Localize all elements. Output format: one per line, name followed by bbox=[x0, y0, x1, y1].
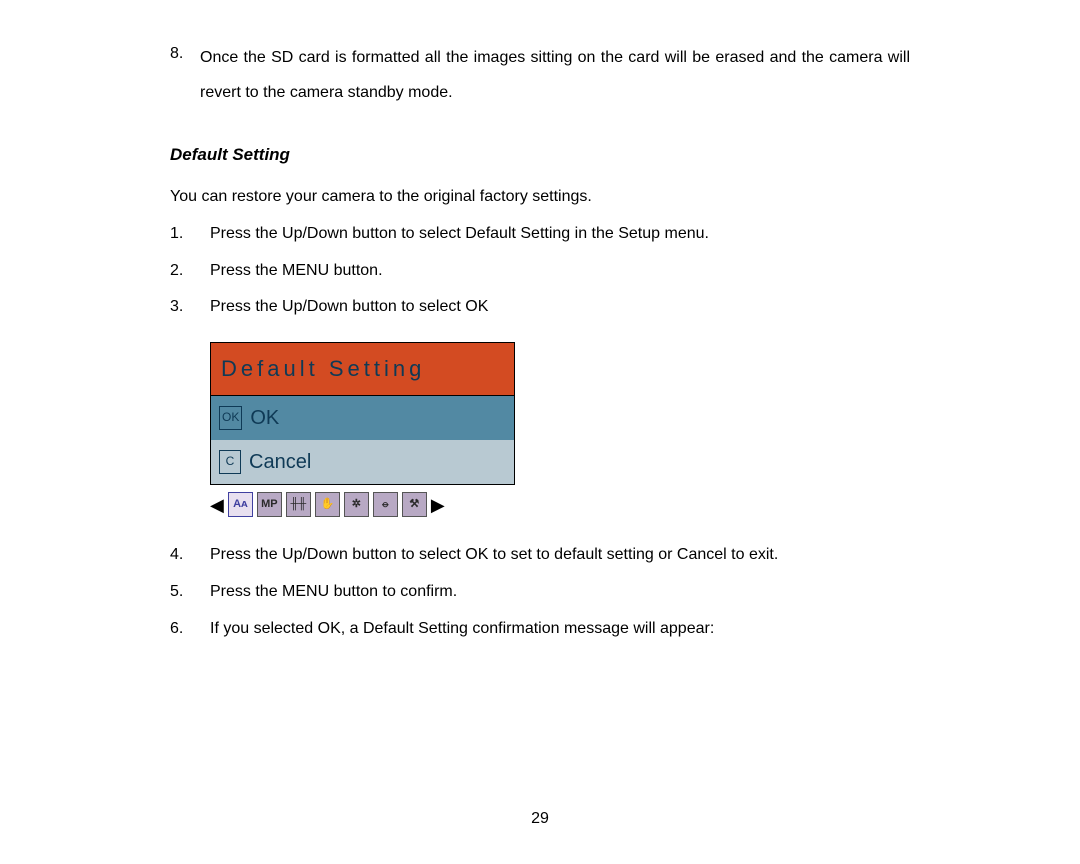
list-item-8: 8. Once the SD card is formatted all the… bbox=[170, 40, 910, 110]
item-text: Once the SD card is formatted all the im… bbox=[200, 40, 910, 110]
face-icon: ✲ bbox=[344, 492, 369, 517]
step-2: 2. Press the MENU button. bbox=[170, 257, 910, 286]
frequency-icon: ╫╫ bbox=[286, 492, 311, 517]
step-text: Press the MENU button to confirm. bbox=[210, 578, 457, 607]
hand-icon: ✋ bbox=[315, 492, 340, 517]
ok-icon: OK bbox=[219, 406, 242, 430]
item-number: 8. bbox=[170, 40, 200, 110]
steps-list-before: 1. Press the Up/Down button to select De… bbox=[170, 220, 910, 322]
arrow-left-icon: ◀ bbox=[210, 489, 224, 521]
option-cancel-row: C Cancel bbox=[211, 440, 514, 484]
section-heading: Default Setting bbox=[170, 140, 910, 171]
wrench-icon: ⚒ bbox=[402, 492, 427, 517]
step-text: Press the Up/Down button to select Defau… bbox=[210, 220, 709, 249]
step-3: 3. Press the Up/Down button to select OK bbox=[170, 293, 910, 322]
step-number: 5. bbox=[170, 578, 210, 607]
mp-icon: MP bbox=[257, 492, 282, 517]
step-number: 1. bbox=[170, 220, 210, 249]
step-number: 2. bbox=[170, 257, 210, 286]
step-4: 4. Press the Up/Down button to select OK… bbox=[170, 541, 910, 570]
steps-list-after: 4. Press the Up/Down button to select OK… bbox=[170, 541, 910, 643]
step-5: 5. Press the MENU button to confirm. bbox=[170, 578, 910, 607]
camera-screen-illustration: Default Setting OK OK C Cancel ◀ Aᴀ MP ╫… bbox=[210, 342, 515, 521]
cancel-label: Cancel bbox=[249, 444, 311, 480]
camera-screen-panel: Default Setting OK OK C Cancel bbox=[210, 342, 515, 485]
step-number: 6. bbox=[170, 615, 210, 644]
arrow-right-icon: ▶ bbox=[431, 489, 445, 521]
ok-label: OK bbox=[250, 400, 279, 436]
screen-title: Default Setting bbox=[211, 343, 514, 396]
cancel-icon: C bbox=[219, 450, 241, 474]
page-number: 29 bbox=[0, 805, 1080, 834]
step-number: 4. bbox=[170, 541, 210, 570]
step-text: Press the Up/Down button to select OK to… bbox=[210, 541, 778, 570]
step-text: Press the MENU button. bbox=[210, 257, 383, 286]
icon-strip: ◀ Aᴀ MP ╫╫ ✋ ✲ ⦵ ⚒ ▶ bbox=[210, 489, 515, 521]
section-intro: You can restore your camera to the origi… bbox=[170, 183, 910, 212]
step-text: Press the Up/Down button to select OK bbox=[210, 293, 488, 322]
auto-icon: Aᴀ bbox=[228, 492, 253, 517]
step-6: 6. If you selected OK, a Default Setting… bbox=[170, 615, 910, 644]
step-1: 1. Press the Up/Down button to select De… bbox=[170, 220, 910, 249]
timer-icon: ⦵ bbox=[373, 492, 398, 517]
step-text: If you selected OK, a Default Setting co… bbox=[210, 615, 714, 644]
option-ok-row: OK OK bbox=[211, 396, 514, 440]
step-number: 3. bbox=[170, 293, 210, 322]
